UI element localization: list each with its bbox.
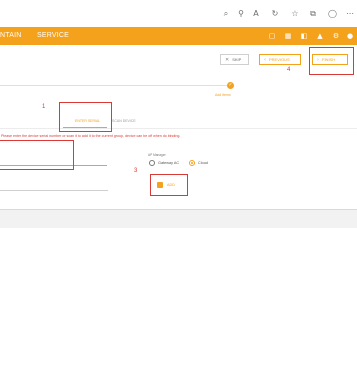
browser-toolbar: ⌕ ⚲ A ↻ ☆ ⧉ ◯ ⋯	[0, 0, 357, 27]
nav-item-maintain[interactable]: NTAIN	[0, 32, 21, 40]
profile-icon[interactable]: ◯	[328, 10, 337, 18]
zoom-icon[interactable]: ⚲	[237, 10, 245, 18]
skip-button[interactable]: ✕ SKIP	[220, 54, 249, 65]
device-name-input[interactable]	[0, 190, 108, 191]
instruction-text: Please enter the device serial number or…	[1, 134, 181, 138]
panel-icon[interactable]: ◧	[300, 32, 308, 40]
radio-cloud[interactable]	[189, 160, 195, 166]
annotation-box-tab	[59, 102, 112, 132]
text-size-icon[interactable]: A	[252, 10, 260, 18]
top-navbar: NTAIN SERVICE ▢ ▦ ◧ ▲ ⚙ ●	[0, 27, 357, 45]
previous-label: PREVIOUS	[269, 57, 290, 62]
progress-step-label: Add Items	[215, 93, 231, 97]
annotation-box-finish	[309, 47, 354, 75]
skip-label: SKIP	[232, 57, 242, 62]
check-icon: ✓	[228, 82, 233, 88]
grid-icon[interactable]: ▦	[284, 32, 292, 40]
window-icon[interactable]: ▢	[268, 32, 276, 40]
edit-icon[interactable]: ⌕	[222, 10, 230, 18]
settings-icon[interactable]: ⚙	[332, 32, 340, 40]
page-background	[0, 210, 357, 228]
annotation-box-add	[150, 174, 188, 196]
collections-icon[interactable]: ⧉	[309, 10, 317, 18]
radio-cloud-label: Cloud	[198, 161, 208, 165]
ap-manager-label: AP Manager	[148, 153, 166, 157]
tabs-divider	[0, 128, 357, 129]
progress-track	[0, 85, 227, 86]
radio-gateway-ac-label: Gateway AC	[158, 161, 180, 165]
screen: ⌕ ⚲ A ↻ ☆ ⧉ ◯ ⋯ NTAIN SERVICE ▢ ▦ ◧ ▲ ⚙ …	[0, 0, 357, 382]
alert-icon[interactable]: ▲	[316, 32, 324, 40]
previous-button[interactable]: ‹ PREVIOUS	[259, 54, 301, 65]
chevron-left-icon: ‹	[264, 57, 266, 63]
annotation-step-1: 1	[42, 104, 46, 110]
user-avatar-icon[interactable]: ●	[346, 32, 354, 40]
tab-scan-device[interactable]: SCAN DEVICE	[112, 119, 136, 124]
annotation-step-4: 4	[287, 67, 291, 73]
close-icon: ✕	[225, 57, 230, 63]
refresh-icon[interactable]: ↻	[271, 10, 279, 18]
radio-gateway-ac[interactable]	[149, 160, 155, 166]
annotation-box-serial	[0, 140, 74, 170]
more-icon[interactable]: ⋯	[346, 10, 354, 18]
favorites-icon[interactable]: ☆	[291, 10, 299, 18]
nav-item-service[interactable]: SERVICE	[37, 32, 69, 40]
annotation-step-3: 3	[134, 168, 138, 174]
